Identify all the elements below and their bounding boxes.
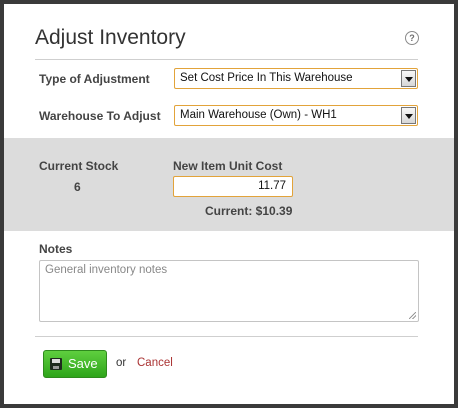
warehouse-to-adjust-label: Warehouse To Adjust [39,109,161,123]
or-text: or [116,357,127,369]
dialog-title: Adjust Inventory [35,26,186,49]
floppy-disk-icon [50,358,62,370]
notes-placeholder: General inventory notes [45,264,168,276]
actions-divider [35,336,418,337]
title-divider [35,59,418,60]
notes-textarea[interactable]: General inventory notes [39,260,419,322]
warehouse-select[interactable]: Main Warehouse (Own) - WH1 [174,105,418,126]
warehouse-value: Main Warehouse (Own) - WH1 [180,109,337,121]
notes-label: Notes [39,242,73,256]
type-of-adjustment-label: Type of Adjustment [39,72,150,86]
chevron-down-icon [401,70,416,87]
save-button[interactable]: Save [43,350,107,378]
resize-grip-icon[interactable] [409,312,416,319]
help-icon[interactable]: ? [405,31,419,45]
type-of-adjustment-value: Set Cost Price In This Warehouse [180,72,353,84]
current-stock-value: 6 [74,180,81,194]
new-item-unit-cost-label: New Item Unit Cost [173,159,283,173]
save-button-label: Save [68,356,98,371]
type-of-adjustment-select[interactable]: Set Cost Price In This Warehouse [174,68,418,89]
current-cost-text: Current: $10.39 [205,204,293,218]
new-item-unit-cost-input[interactable]: 11.77 [173,176,293,197]
chevron-down-icon [401,107,416,124]
cancel-link[interactable]: Cancel [137,357,173,369]
current-stock-label: Current Stock [39,159,119,173]
